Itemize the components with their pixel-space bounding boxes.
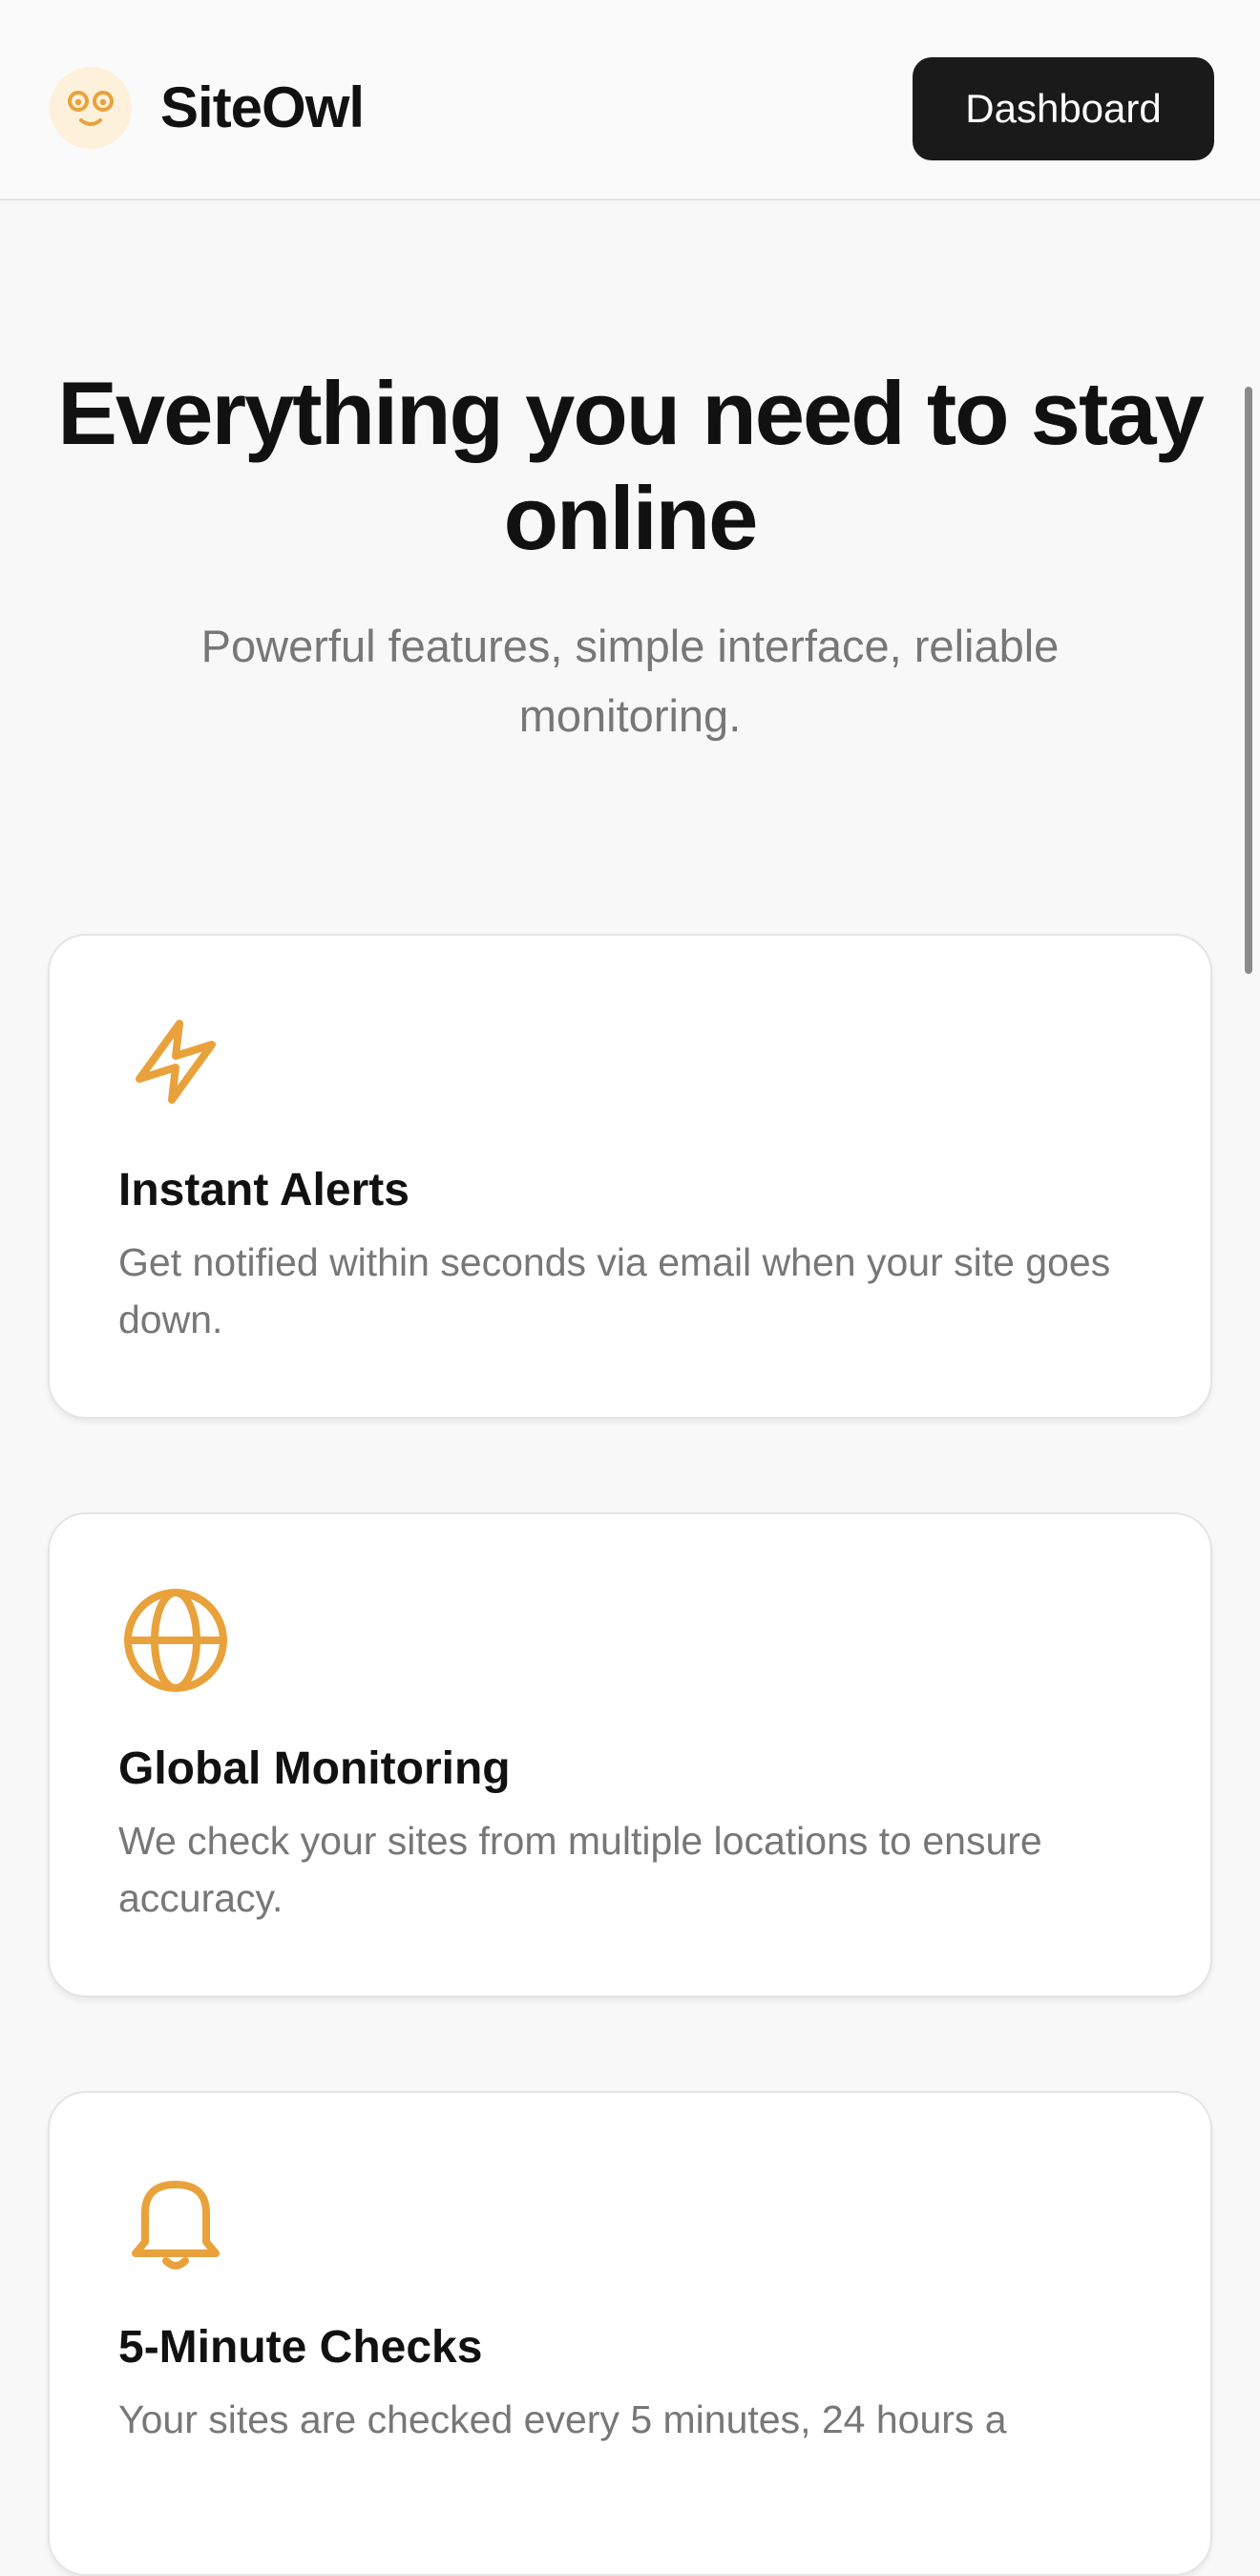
owl-logo-icon[interactable] [50, 67, 132, 149]
lightning-bolt-icon [118, 1004, 233, 1119]
feature-card-instant-alerts: Instant Alerts Get notified within secon… [48, 934, 1212, 1419]
feature-card-global-monitoring: Global Monitoring We check your sites fr… [48, 1512, 1212, 1997]
site-header: SiteOwl Dashboard [0, 0, 1260, 201]
feature-description: Get notified within seconds via email wh… [118, 1240, 1111, 1341]
feature-title: Global Monitoring [118, 1743, 511, 1794]
hero-title: Everything you need to stay online [57, 363, 1205, 568]
hero-subtitle: Powerful features, simple interface, rel… [200, 621, 1060, 741]
brand-name[interactable]: SiteOwl [160, 74, 365, 141]
scrollbar-thumb[interactable] [1245, 387, 1252, 974]
feature-description: Your sites are checked every 5 minutes, … [118, 2397, 1007, 2441]
feature-title: Instant Alerts [118, 1165, 410, 1215]
feature-card-5-minute-checks: 5-Minute Checks Your sites are checked e… [48, 2091, 1212, 2576]
feature-title: 5-Minute Checks [118, 2322, 483, 2373]
dashboard-button[interactable]: Dashboard [913, 57, 1214, 160]
feature-description: We check your sites from multiple locati… [118, 1819, 1042, 1920]
bell-icon [118, 2162, 233, 2276]
globe-icon [118, 1583, 233, 1698]
